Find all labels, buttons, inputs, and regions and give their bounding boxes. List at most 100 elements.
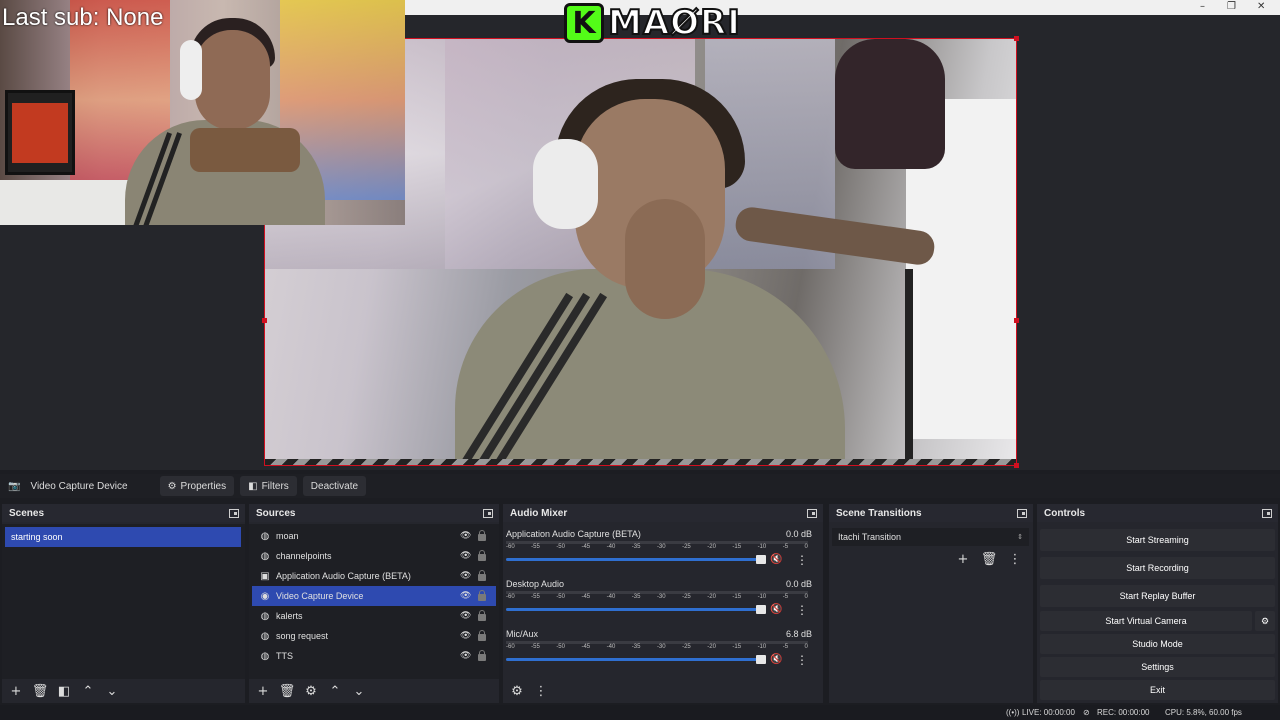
undock-icon[interactable] — [483, 508, 493, 518]
scenes-header: Scenes — [2, 504, 245, 522]
source-item-application-audio[interactable]: ▣ Application Audio Capture (BETA) 👁 — [252, 566, 496, 586]
obs-window: { "overlay": { "last_sub": "Last sub: No… — [0, 0, 1280, 720]
start-replay-buffer-button[interactable]: Start Replay Buffer — [1040, 585, 1275, 607]
visibility-eye-icon[interactable]: 👁 — [460, 531, 471, 541]
lock-icon[interactable] — [478, 650, 486, 661]
add-source-button[interactable]: + — [253, 682, 273, 700]
filters-button[interactable]: ◧ Filters — [240, 476, 297, 496]
move-down-button[interactable]: ⌄ — [349, 682, 369, 700]
volume-slider[interactable] — [506, 658, 764, 661]
undock-icon[interactable] — [1262, 508, 1272, 518]
move-up-button[interactable]: ⌃ — [325, 682, 345, 700]
start-virtual-camera-button[interactable]: Start Virtual Camera — [1040, 611, 1252, 631]
source-item-video-capture[interactable]: ◉ Video Capture Device 👁 — [252, 586, 496, 606]
selected-source: 📷 Video Capture Device — [0, 476, 136, 496]
source-item-song-request[interactable]: ◍ song request 👁 — [252, 626, 496, 646]
visibility-eye-icon[interactable]: 👁 — [460, 611, 471, 621]
scene-item-starting-soon[interactable]: starting soon — [5, 527, 241, 547]
transition-select[interactable]: Itachi Transition ⇕ — [832, 528, 1029, 546]
remove-scene-button[interactable]: 🗑 — [30, 682, 50, 700]
virtual-camera-gear-icon[interactable]: ⚙ — [1255, 611, 1275, 631]
visibility-eye-icon[interactable]: 👁 — [460, 551, 471, 561]
rec-timer: REC: 00:00:00 — [1097, 708, 1150, 717]
kebab-menu-icon[interactable]: ⋮ — [796, 603, 808, 617]
volume-slider-handle[interactable] — [756, 655, 766, 664]
add-transition-button[interactable]: + — [953, 550, 973, 568]
visibility-eye-icon[interactable]: 👁 — [460, 651, 471, 661]
start-streaming-button[interactable]: Start Streaming — [1040, 529, 1275, 551]
mic-stand — [905, 269, 913, 465]
kebab-menu-icon[interactable]: ⋮ — [796, 553, 808, 567]
scene-transitions-dock: Scene Transitions Itachi Transition ⇕ + … — [829, 504, 1033, 703]
speaker-muted-icon[interactable]: 🔇 — [770, 604, 782, 615]
volume-slider[interactable] — [506, 608, 764, 611]
camera-icon: ◉ — [260, 590, 270, 602]
deactivate-button[interactable]: Deactivate — [302, 476, 367, 496]
undock-icon[interactable] — [807, 508, 817, 518]
meter-ticks: -60 -55 -50 -45 -40 -35 -30 -25 -20 -15 -10 -5 0 — [506, 544, 808, 550]
studio-mode-button[interactable]: Studio Mode — [1040, 634, 1275, 654]
last-sub-label: Last sub: None — [2, 4, 164, 31]
mixer-menu-icon[interactable]: ⋮ — [531, 682, 551, 700]
speaker-muted-icon[interactable]: 🔇 — [770, 554, 782, 565]
advanced-audio-gear-icon[interactable]: ⚙ — [507, 682, 527, 700]
close-button[interactable]: ✕ — [1257, 1, 1265, 12]
lock-icon[interactable] — [478, 530, 486, 541]
exit-button[interactable]: Exit — [1040, 680, 1275, 700]
channel-name: Application Audio Capture (BETA) — [506, 529, 641, 539]
audio-mixer-dock: Audio Mixer Application Audio Capture (B… — [503, 504, 823, 703]
transition-buttons: + 🗑 ⋮ — [829, 546, 1033, 568]
lock-icon[interactable] — [478, 590, 486, 601]
volume-slider-handle[interactable] — [756, 555, 766, 564]
add-scene-button[interactable]: + — [6, 682, 26, 700]
resize-handle[interactable] — [1014, 318, 1019, 323]
headphones — [533, 139, 598, 229]
restore-button[interactable]: ❐ — [1227, 1, 1236, 12]
visibility-eye-icon[interactable]: 👁 — [460, 631, 471, 641]
settings-button[interactable]: Settings — [1040, 657, 1275, 677]
scene-filters-button[interactable]: ◧ — [54, 682, 74, 700]
lock-icon[interactable] — [478, 550, 486, 561]
undock-icon[interactable] — [1017, 508, 1027, 518]
channel-db: 6.8 dB — [785, 629, 812, 639]
visibility-eye-icon[interactable]: 👁 — [460, 591, 471, 601]
globe-icon: ◍ — [260, 630, 270, 642]
remove-source-button[interactable]: 🗑 — [277, 682, 297, 700]
audio-mixer-header: Audio Mixer — [503, 504, 823, 522]
move-up-button[interactable]: ⌃ — [78, 682, 98, 700]
window-icon: ▣ — [260, 570, 270, 582]
source-item-tts[interactable]: ◍ TTS 👁 — [252, 646, 496, 666]
volume-slider-handle[interactable] — [756, 605, 766, 614]
undock-icon[interactable] — [229, 508, 239, 518]
channel-name: Desktop Audio — [506, 579, 565, 589]
filters-label: Filters — [261, 480, 289, 492]
source-properties-button[interactable]: ⚙ — [301, 682, 321, 700]
sources-footer: + 🗑 ⚙ ⌃ ⌄ — [249, 679, 499, 703]
move-down-button[interactable]: ⌄ — [102, 682, 122, 700]
scenes-title: Scenes — [9, 507, 45, 519]
resize-handle[interactable] — [1014, 463, 1019, 468]
speaker-muted-icon[interactable]: 🔇 — [770, 654, 782, 665]
volume-slider[interactable] — [506, 558, 764, 561]
properties-button[interactable]: ⚙ Properties — [159, 476, 235, 496]
resize-handle[interactable] — [1014, 36, 1019, 41]
minimize-button[interactable]: – — [1200, 1, 1205, 12]
sources-header: Sources — [249, 504, 499, 522]
kebab-menu-icon[interactable]: ⋮ — [796, 653, 808, 667]
title-bar: – ❐ ✕ — [405, 0, 1280, 15]
source-item-moan[interactable]: ◍ moan 👁 — [252, 526, 496, 546]
remove-transition-button[interactable]: 🗑 — [979, 550, 999, 568]
globe-icon: ◍ — [260, 650, 270, 662]
controls-body: Start Streaming Start Recording Start Re… — [1037, 524, 1278, 703]
source-label: TTS — [276, 651, 293, 661]
channel-name: Mic/Aux — [506, 629, 539, 639]
lock-icon[interactable] — [478, 610, 486, 621]
resize-handle[interactable] — [262, 318, 267, 323]
source-item-channelpoints[interactable]: ◍ channelpoints 👁 — [252, 546, 496, 566]
lock-icon[interactable] — [478, 570, 486, 581]
lock-icon[interactable] — [478, 630, 486, 641]
start-recording-button[interactable]: Start Recording — [1040, 557, 1275, 579]
transition-menu-icon[interactable]: ⋮ — [1005, 550, 1025, 568]
source-item-kalerts[interactable]: ◍ kalerts 👁 — [252, 606, 496, 626]
visibility-eye-icon[interactable]: 👁 — [460, 571, 471, 581]
